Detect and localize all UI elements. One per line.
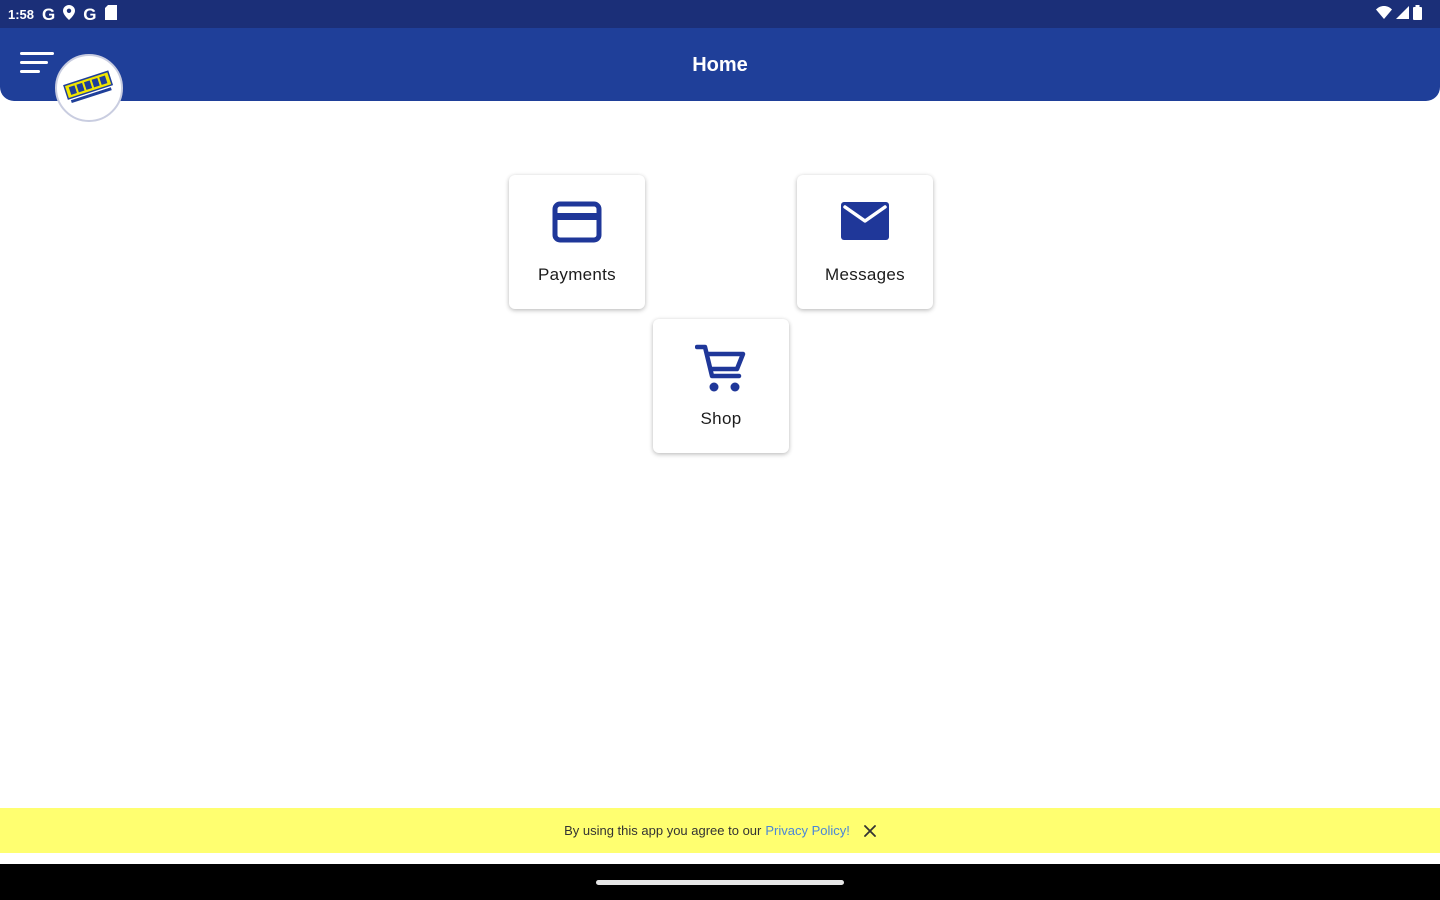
google-notification-icon-2: G — [83, 4, 97, 24]
privacy-policy-link[interactable]: Privacy Policy! — [765, 823, 850, 838]
status-left: 1:58 G G — [8, 5, 117, 23]
page-title: Home — [692, 54, 748, 76]
system-navigation-bar — [0, 864, 1440, 900]
google-notification-icon: G — [42, 4, 56, 24]
payments-tile[interactable]: Payments — [509, 175, 645, 309]
shopping-cart-icon — [653, 343, 789, 392]
messages-tile[interactable]: Messages — [797, 175, 933, 309]
home-indicator[interactable] — [596, 880, 844, 885]
banner-text: By using this app you agree to our — [564, 823, 762, 838]
shop-tile[interactable]: Shop — [653, 319, 789, 453]
credit-card-icon — [509, 201, 645, 249]
battery-icon — [1413, 5, 1422, 23]
shop-label: Shop — [700, 409, 742, 428]
privacy-banner: By using this app you agree to our Priva… — [0, 808, 1440, 853]
messages-label: Messages — [825, 265, 905, 284]
sd-card-icon — [104, 5, 117, 23]
wifi-icon — [1376, 6, 1392, 22]
status-bar: 1:58 G G — [0, 0, 1440, 28]
banner-close-button[interactable] — [864, 824, 876, 837]
app-bar: Home — [0, 28, 1440, 101]
payments-label: Payments — [538, 265, 616, 284]
location-notification-icon — [63, 5, 76, 23]
status-time: 1:58 — [8, 6, 35, 22]
cellular-signal-icon — [1396, 6, 1409, 22]
app-logo[interactable] — [55, 54, 123, 122]
close-icon — [864, 824, 876, 837]
status-right — [1376, 5, 1432, 23]
logo-graphic — [63, 70, 114, 104]
envelope-icon — [797, 201, 933, 249]
